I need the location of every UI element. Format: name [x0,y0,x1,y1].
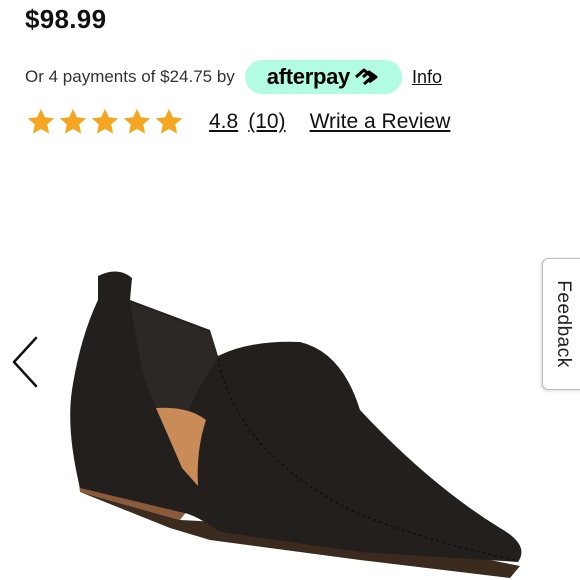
rating-score-link[interactable]: 4.8 [209,110,238,134]
product-price: $98.99 [25,4,107,34]
star-rating[interactable] [25,107,185,137]
write-review-link[interactable]: Write a Review [310,110,451,134]
rating-row: 4.8 (10) Write a Review [25,106,450,138]
feedback-tab[interactable]: Feedback [542,258,580,390]
star-icon [123,108,151,134]
afterpay-badge[interactable]: afterpay [244,60,402,94]
afterpay-row: Or 4 payments of $24.75 by afterpay Info [25,60,442,94]
afterpay-info-link[interactable]: Info [412,67,442,88]
installments-text: Or 4 payments of $24.75 by [25,67,235,86]
star-icon [59,108,87,134]
feedback-label: Feedback [553,280,574,368]
shoe-image[interactable] [60,260,530,580]
star-icon [91,108,119,134]
star-icon [27,108,55,134]
review-count-link[interactable]: (10) [248,110,285,134]
star-icon [155,108,183,134]
afterpay-loop-icon [355,68,378,86]
afterpay-logo-text: afterpay [266,64,351,89]
chevron-left-icon[interactable] [8,334,42,390]
